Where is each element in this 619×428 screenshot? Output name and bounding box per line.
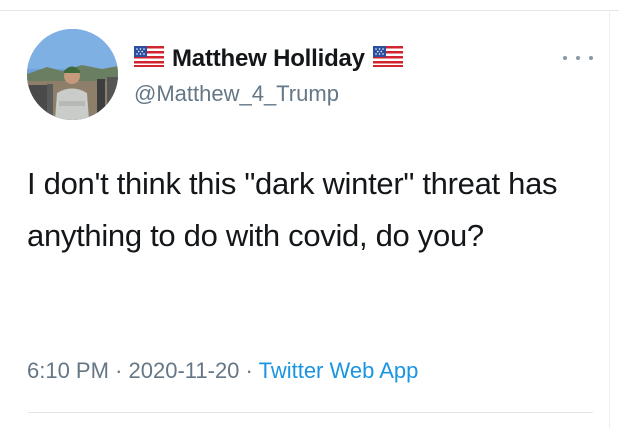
tweet-metadata: 6:10 PM · 2020-11-20 · Twitter Web App	[27, 358, 418, 384]
tweet-date[interactable]: 2020-11-20	[129, 358, 240, 383]
display-name[interactable]: Matthew Holliday	[172, 45, 365, 73]
top-divider	[0, 10, 619, 11]
avatar[interactable]	[27, 29, 118, 120]
right-divider	[609, 10, 610, 428]
tweet-card: Matthew Holliday @Matthew_4_Trump I don'…	[0, 0, 619, 428]
more-options-icon[interactable]	[563, 52, 593, 64]
user-handle[interactable]: @Matthew_4_Trump	[134, 81, 339, 107]
us-flag-icon	[134, 46, 164, 72]
more-dot	[576, 56, 580, 60]
meta-separator: ·	[115, 358, 123, 383]
tweet-time[interactable]: 6:10 PM	[27, 358, 109, 383]
meta-separator: ·	[245, 358, 253, 383]
more-dot	[589, 56, 593, 60]
tweet-source-link[interactable]: Twitter Web App	[259, 358, 419, 383]
bottom-divider	[28, 412, 593, 413]
tweet-text: I don't think this "dark winter" threat …	[27, 166, 558, 253]
name-row: Matthew Holliday	[134, 44, 403, 74]
more-dot	[563, 56, 567, 60]
us-flag-icon	[372, 46, 403, 72]
